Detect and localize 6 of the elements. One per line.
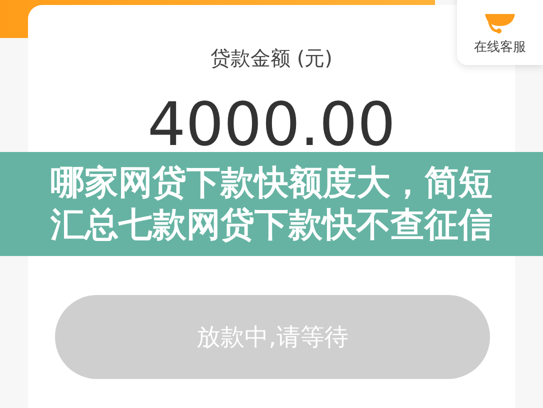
headset-icon	[483, 14, 517, 34]
amount-label: 贷款金额 (元)	[210, 45, 332, 72]
title-line: 哪家网贷下款快额度大，简短	[50, 162, 492, 204]
customer-service-button[interactable]: 在线客服	[457, 0, 543, 65]
title-line: 汇总七款网贷下款快不查征信	[50, 204, 492, 246]
loan-amount: 4000.00	[147, 95, 396, 155]
